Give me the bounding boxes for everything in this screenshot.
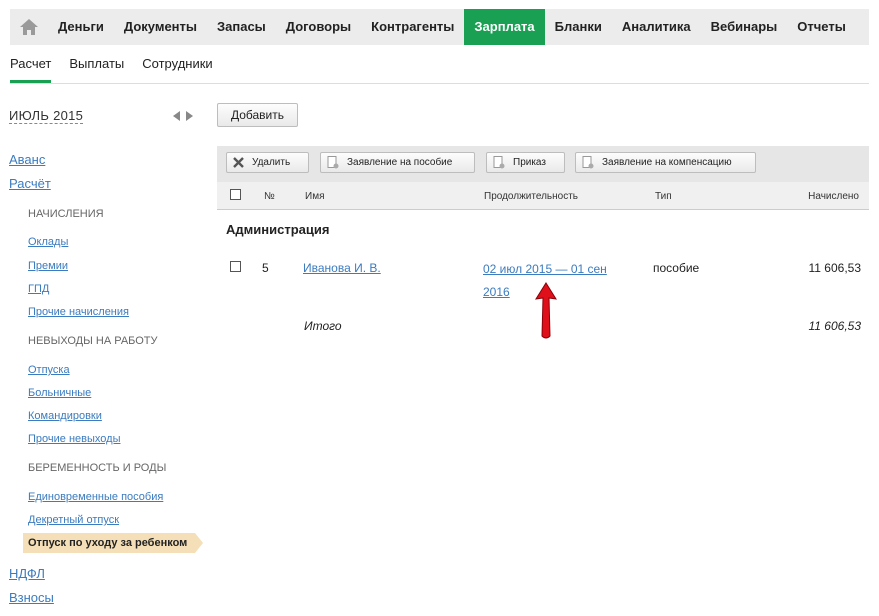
compensation-application-label: Заявление на компенсацию [602, 157, 732, 168]
sidebar-item-ndfl[interactable]: НДФЛ [9, 566, 45, 581]
total-value: 11 606,53 [808, 319, 862, 333]
row-number: 5 [262, 261, 269, 275]
document-icon [582, 156, 594, 169]
sidebar-heading-accruals: НАЧИСЛЕНИЯ [28, 208, 104, 220]
nav-item-stock[interactable]: Запасы [207, 9, 276, 45]
nav-item-forms[interactable]: Бланки [545, 9, 612, 45]
sidebar-item-advance[interactable]: Аванс [9, 152, 45, 167]
nav-item-documents[interactable]: Документы [114, 9, 207, 45]
sidebar-item-childcare-leave[interactable]: Отпуск по уходу за ребенком [23, 533, 203, 553]
prev-period-icon[interactable] [173, 111, 180, 121]
select-all-checkbox[interactable] [230, 189, 241, 200]
employee-name-link[interactable]: Иванова И. В. [303, 261, 381, 275]
benefit-application-label: Заявление на пособие [347, 157, 453, 168]
sidebar-item-salaries[interactable]: Оклады [28, 236, 68, 248]
nav-item-analytics[interactable]: Аналитика [612, 9, 701, 45]
nav-item-webinars[interactable]: Вебинары [701, 9, 788, 45]
nav-item-salary[interactable]: Зарплата [464, 9, 545, 45]
nav-item-counterparties[interactable]: Контрагенты [361, 9, 464, 45]
sidebar-item-other-absences[interactable]: Прочие невыходы [28, 433, 120, 445]
nav-item-contracts[interactable]: Договоры [276, 9, 361, 45]
sidebar-item-contributions[interactable]: Взносы [9, 590, 54, 605]
toolbar: Удалить Заявление на пособие Приказ Заяв… [217, 146, 869, 182]
table-header: № Имя Продолжительность Тип Начислено [217, 182, 869, 210]
sidebar-item-lump-sum-benefits[interactable]: Единовременные пособия [28, 491, 163, 503]
delete-label: Удалить [252, 157, 291, 168]
sidebar-item-bonuses[interactable]: Премии [28, 260, 68, 272]
row-type: пособие [653, 261, 700, 275]
compensation-application-button[interactable]: Заявление на компенсацию [575, 152, 756, 173]
top-navigation: Деньги Документы Запасы Договоры Контраг… [10, 9, 869, 45]
benefit-application-button[interactable]: Заявление на пособие [320, 152, 475, 173]
tab-employees[interactable]: Сотрудники [142, 52, 212, 83]
document-icon [493, 156, 505, 169]
sidebar-item-sick-leaves[interactable]: Больничные [28, 387, 91, 399]
period-arrows [173, 111, 193, 121]
delete-icon [233, 157, 244, 168]
sidebar-item-gpd[interactable]: ГПД [28, 283, 49, 295]
sidebar-item-vacations[interactable]: Отпуска [28, 364, 70, 376]
group-title: Администрация [226, 222, 330, 237]
sidebar-item-maternity-leave[interactable]: Декретный отпуск [28, 514, 119, 526]
sidebar-item-business-trips[interactable]: Командировки [28, 410, 102, 422]
column-number: № [264, 191, 275, 202]
total-label: Итого [304, 319, 342, 333]
add-button[interactable]: Добавить [217, 103, 298, 127]
sidebar-heading-pregnancy: БЕРЕМЕННОСТЬ И РОДЫ [28, 462, 167, 474]
sub-navigation: Расчет Выплаты Сотрудники [10, 52, 869, 84]
column-duration[interactable]: Продолжительность [484, 191, 578, 202]
red-arrow-icon [535, 282, 557, 339]
column-accrued[interactable]: Начислено [808, 191, 859, 202]
home-icon[interactable] [10, 9, 48, 45]
column-type[interactable]: Тип [655, 191, 672, 202]
period-selector[interactable]: ИЮЛЬ 2015 [9, 108, 84, 124]
sidebar-heading-absences: НЕВЫХОДЫ НА РАБОТУ [28, 335, 158, 347]
delete-button[interactable]: Удалить [226, 152, 309, 173]
order-button[interactable]: Приказ [486, 152, 565, 173]
order-label: Приказ [513, 157, 546, 168]
row-checkbox[interactable] [230, 261, 241, 272]
row-accrued: 11 606,53 [808, 261, 862, 275]
document-icon [327, 156, 339, 169]
nav-item-reports[interactable]: Отчеты [787, 9, 856, 45]
next-period-icon[interactable] [186, 111, 193, 121]
nav-item-money[interactable]: Деньги [48, 9, 114, 45]
sidebar-item-other-accruals[interactable]: Прочие начисления [28, 306, 129, 318]
tab-calculation[interactable]: Расчет [10, 52, 52, 83]
tab-payments[interactable]: Выплаты [69, 52, 124, 83]
column-name[interactable]: Имя [305, 191, 324, 202]
sidebar-item-calculation[interactable]: Расчёт [9, 176, 51, 191]
